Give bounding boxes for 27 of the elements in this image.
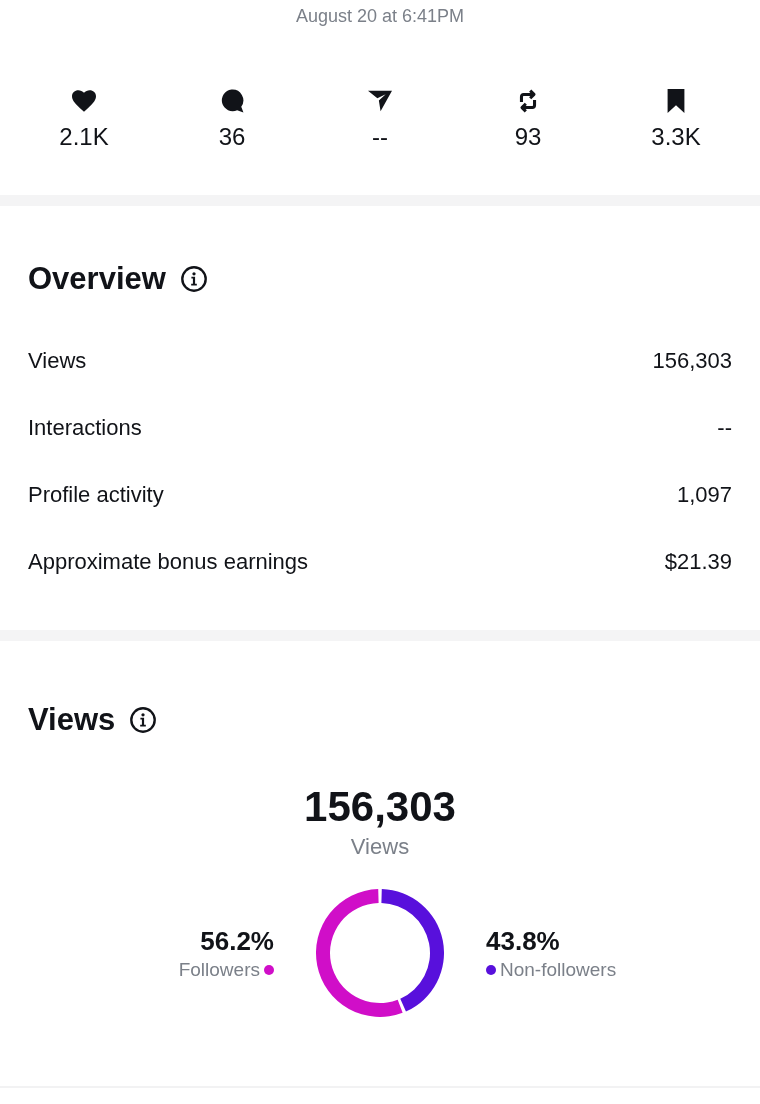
speech-bubble-icon [220, 89, 244, 113]
stat-count: 2.1K [59, 123, 109, 151]
stat-count: 93 [514, 123, 542, 151]
paper-plane-icon [368, 89, 392, 113]
info-icon[interactable] [180, 266, 207, 292]
timestamp-text: August 20 at 6:41PM [294, 5, 466, 27]
stat-count: 36 [218, 123, 246, 151]
metric-label: Interactions [28, 414, 142, 441]
metric-label: Approximate bonus earnings [28, 548, 309, 575]
info-icon[interactable] [130, 707, 157, 733]
heart-icon [72, 89, 96, 113]
stat-count: 3.3K [651, 123, 701, 151]
metric-label: Views [28, 347, 87, 374]
metric-label: Profile activity [28, 481, 164, 508]
section-title: Views [28, 702, 116, 738]
section-title: Overview [28, 261, 166, 297]
metric-value: $21.39 [664, 548, 732, 575]
legend-label: Followers [178, 958, 260, 981]
metric-value: 156,303 [652, 347, 732, 374]
total-views-value: 156,303 [304, 784, 456, 830]
stat-count: -- [372, 123, 388, 151]
metric-value: 1,097 [676, 481, 732, 508]
legend-percent: 43.8% [486, 925, 560, 956]
legend-label: Non-followers [500, 958, 617, 981]
legend-percent: 56.2% [200, 925, 274, 956]
total-views-label: Views [350, 834, 410, 860]
metric-value: -- [717, 414, 732, 441]
